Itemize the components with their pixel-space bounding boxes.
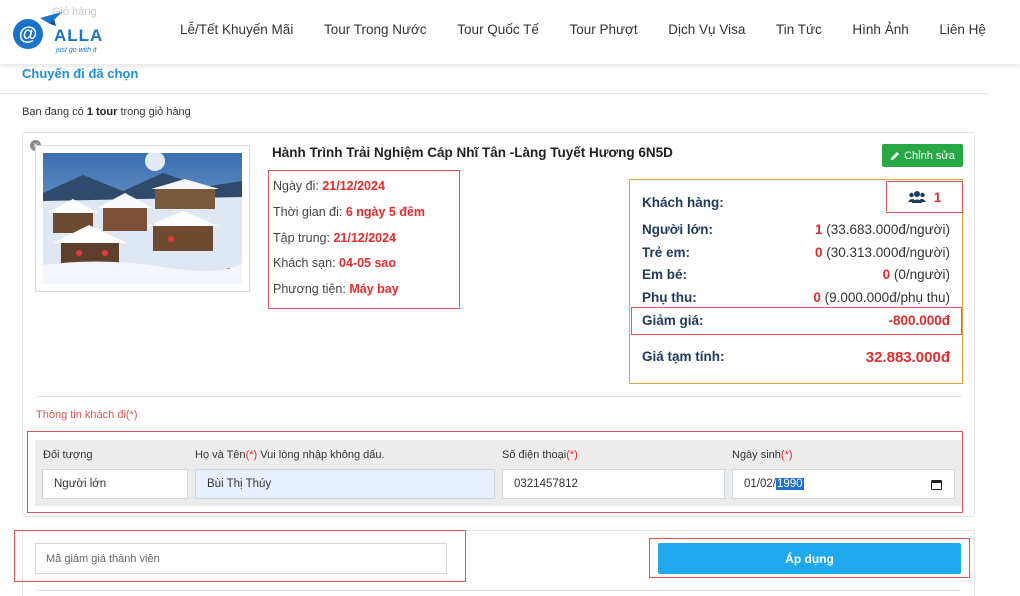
logo-slogan: just go with it [56, 47, 97, 54]
dob-year-selected: 1990 [775, 478, 804, 490]
total-row: Giá tạm tính: 32.883.000đ [642, 349, 950, 366]
detail-label: Ngày đi: [273, 179, 323, 193]
tour-thumbnail [35, 145, 250, 292]
detail-departure-date: Ngày đi: 21/12/2024 [273, 179, 455, 205]
divider [0, 93, 988, 94]
price-count: 0 [814, 245, 823, 260]
divider [35, 590, 961, 591]
svg-text:@: @ [19, 24, 38, 45]
nav-item-promotion[interactable]: Lễ/Tết Khuyến Mãi [180, 22, 293, 37]
logo-text: ALLA [54, 26, 104, 45]
site-header: Giỏ hàng @ ALLA just go with it Lễ/Tết K… [0, 0, 1020, 64]
detail-value: 21/12/2024 [322, 179, 385, 193]
price-count: 0 [813, 290, 821, 305]
nav-item-domestic-tour[interactable]: Tour Trong Nước [324, 22, 427, 37]
phone-label: Số điện thoại(*) [502, 449, 578, 461]
dob-label-text: Ngày sinh [732, 449, 781, 461]
price-row-child: Trẻ em: 0 (30.313.000đ/người) [642, 245, 950, 260]
users-icon [907, 191, 926, 203]
price-row-infant: Em bé: 0 (0/người) [642, 267, 950, 282]
page-title: Chuyến đi đã chọn [22, 66, 139, 81]
name-label-text: Họ và Tên [195, 449, 246, 461]
detail-value: Máy bay [349, 282, 399, 297]
required-mark: (*) [566, 449, 578, 461]
required-mark: (*) [780, 449, 793, 461]
price-count: 1 [814, 222, 823, 237]
customer-label: Khách hàng: [642, 195, 724, 210]
calendar-icon[interactable] [931, 479, 942, 490]
detail-value: 6 ngày 5 đêm [345, 204, 426, 219]
detail-hotel: Khách sạn: 04-05 sao [273, 256, 455, 282]
price-unit: (33.683.000đ/người) [826, 222, 950, 237]
detail-label: Tập trung: [273, 230, 334, 245]
price-label: Trẻ em: [642, 245, 691, 260]
price-label: Người lớn: [642, 222, 713, 237]
detail-label: Thời gian đi: [273, 204, 346, 219]
main-nav: Lễ/Tết Khuyến Mãi Tour Trong Nước Tour Q… [180, 22, 986, 37]
detail-label: Khách sạn: [273, 256, 340, 271]
type-label: Đối tượng [43, 449, 93, 461]
required-mark: (*) [245, 449, 258, 461]
dob-label: Ngày sinh(*) [732, 449, 793, 461]
discount-highlight [631, 307, 962, 335]
dob-input[interactable]: 01/02/1990 [732, 469, 955, 499]
detail-duration: Thời gian đi: 6 ngày 5 đêm [273, 205, 455, 231]
price-count: 0 [882, 267, 891, 282]
pencil-icon [891, 151, 900, 160]
apply-coupon-button[interactable]: Áp dụng [658, 543, 961, 574]
detail-value: 21/12/2024 [333, 230, 397, 245]
detail-value: 04-05 sao [339, 256, 396, 271]
guest-type-field[interactable]: Người lớn [42, 469, 188, 499]
price-unit: (0/người) [893, 267, 950, 282]
guest-name-input[interactable]: Bùi Thị Thúy [195, 469, 495, 499]
nav-item-international-tour[interactable]: Tour Quốc Tế [457, 22, 539, 37]
cart-note-prefix: Bạn đang có [22, 106, 87, 118]
nav-item-backpacking-tour[interactable]: Tour Phượt [569, 22, 637, 37]
name-hint: Vui lòng nhập không dấu. [257, 449, 385, 461]
total-label: Giá tạm tính: [642, 349, 725, 364]
guest-section-label: Thông tin khách đi(*) [36, 409, 138, 421]
detail-transport: Phương tiện: Máy bay [273, 282, 455, 308]
price-label: Phụ thu: [642, 290, 697, 305]
detail-meeting-date: Tập trung: 21/12/2024 [273, 231, 455, 257]
dob-prefix: 01/02/ [744, 478, 776, 490]
cart-count: 1 tour [86, 106, 118, 118]
phone-label-text: Số điện thoại [502, 449, 567, 461]
site-logo[interactable]: @ ALLA just go with it [10, 10, 106, 58]
cart-note: Bạn đang có 1 tour trong giỏ hàng [22, 106, 191, 118]
nav-item-gallery[interactable]: Hình Ảnh [852, 22, 908, 37]
tour-details-box: Ngày đi: 21/12/2024 Thời gian đi: 6 ngày… [268, 170, 460, 309]
divider [36, 396, 962, 397]
nav-item-news[interactable]: Tin Tức [776, 22, 822, 37]
nav-item-visa-service[interactable]: Dịch Vụ Visa [668, 22, 745, 37]
customer-count-box: 1 [886, 181, 963, 213]
coupon-input[interactable]: Mã giảm giá thành viên [35, 543, 447, 574]
price-row-adult: Người lớn: 1 (33.683.000đ/người) [642, 222, 950, 237]
total-value: 32.883.000đ [865, 349, 950, 366]
edit-button-label: Chỉnh sửa [904, 149, 955, 162]
edit-button[interactable]: Chỉnh sửa [882, 144, 963, 167]
dob-value: 01/02/1990 [744, 478, 804, 490]
price-unit: (9.000.000đ/phụ thu) [824, 290, 950, 305]
customer-count: 1 [933, 189, 942, 205]
phone-input[interactable]: 0321457812 [502, 469, 725, 499]
price-unit: (30.313.000đ/người) [826, 245, 950, 260]
name-label: Họ và Tên(*) Vui lòng nhập không dấu. [195, 449, 385, 461]
price-row-surcharge: Phụ thu: 0 (9.000.000đ/phụ thu) [642, 290, 950, 305]
detail-label: Phương tiện: [273, 282, 350, 297]
tour-title: Hành Trình Trải Nghiệm Cáp Nhĩ Tân -Làng… [272, 145, 673, 160]
price-label: Em bé: [642, 267, 688, 282]
nav-item-contact[interactable]: Liên Hệ [939, 22, 986, 37]
snow-village-image [43, 153, 242, 284]
cart-note-suffix: trong giỏ hàng [117, 106, 191, 118]
